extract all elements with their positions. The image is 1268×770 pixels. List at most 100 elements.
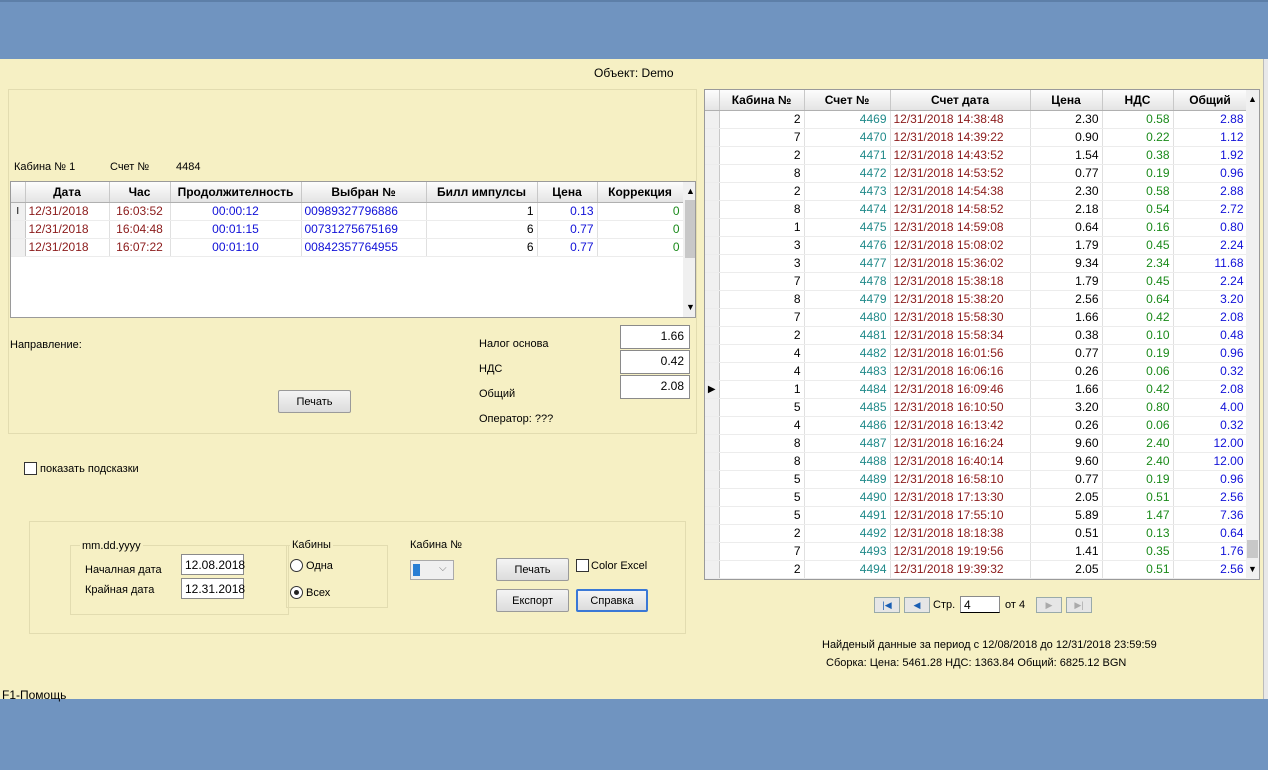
- bill-cell: 4491: [804, 506, 891, 525]
- help-button[interactable]: Справка: [576, 589, 648, 612]
- bill-row[interactable]: ▶ 1 4484 12/31/2018 16:09:46 1.66 0.42 2.08: [705, 380, 1248, 399]
- call-row[interactable]: 12/31/2018 16:07:22 00:01:10 00842357764955…: [11, 238, 684, 257]
- bills-scrollbar[interactable]: ▲ ▼: [1246, 90, 1259, 579]
- vat-field[interactable]: 0.42: [620, 350, 690, 374]
- bill-row[interactable]: 5 4485 12/31/2018 16:10:50 3.20 0.80 4.00: [705, 398, 1248, 417]
- bill-row[interactable]: 3 4476 12/31/2018 15:08:02 1.79 0.45 2.24: [705, 236, 1248, 255]
- bill-row[interactable]: 8 4474 12/31/2018 14:58:52 2.18 0.54 2.72: [705, 200, 1248, 219]
- bill-row[interactable]: 8 4488 12/31/2018 16:40:14 9.60 2.40 12.00: [705, 452, 1248, 471]
- filter-print-button[interactable]: Печать: [496, 558, 569, 581]
- end-date-field[interactable]: 12.31.2018: [181, 578, 245, 599]
- bill-row[interactable]: 2 4469 12/31/2018 14:38:48 2.30 0.58 2.88: [705, 110, 1248, 129]
- row-selector: [705, 182, 720, 201]
- page-field[interactable]: 4: [960, 596, 1000, 613]
- bill-cell: 0.64: [1102, 290, 1174, 309]
- bill-row[interactable]: 8 4472 12/31/2018 14:53:52 0.77 0.19 0.96: [705, 164, 1248, 183]
- bill-cell: 2: [719, 110, 805, 129]
- scroll-up-icon[interactable]: ▲: [1248, 94, 1257, 104]
- bill-cell: 0.77: [1030, 344, 1103, 363]
- cabin-no-label: Кабина №: [410, 539, 463, 551]
- call-cell: 00:00:12: [170, 202, 302, 221]
- last-page-icon[interactable]: ▶|: [1066, 597, 1092, 613]
- bill-row[interactable]: 4 4483 12/31/2018 16:06:16 0.26 0.06 0.32: [705, 362, 1248, 381]
- scroll-down-icon[interactable]: ▼: [686, 302, 695, 312]
- bill-row[interactable]: 4 4486 12/31/2018 16:13:42 0.26 0.06 0.32: [705, 416, 1248, 435]
- bill-row[interactable]: 7 4480 12/31/2018 15:58:30 1.66 0.42 2.08: [705, 308, 1248, 327]
- calls-grid[interactable]: Дата Час Продолжителность Выбран № Билл импу…: [10, 181, 696, 318]
- bill-row[interactable]: 2 4473 12/31/2018 14:54:38 2.30 0.58 2.88: [705, 182, 1248, 201]
- bill-cell: 7: [719, 272, 805, 291]
- bills-col-header: Общий: [1173, 90, 1248, 111]
- calls-scrollbar[interactable]: ▲ ▼: [683, 182, 695, 317]
- tax-base-field[interactable]: 1.66: [620, 325, 690, 349]
- bill-cell: 0.19: [1102, 344, 1174, 363]
- bill-row[interactable]: 7 4470 12/31/2018 14:39:22 0.90 0.22 1.12: [705, 128, 1248, 147]
- bill-row[interactable]: 2 4471 12/31/2018 14:43:52 1.54 0.38 1.92: [705, 146, 1248, 165]
- bill-row[interactable]: 3 4477 12/31/2018 15:36:02 9.34 2.34 11.68: [705, 254, 1248, 273]
- scroll-thumb[interactable]: [1247, 540, 1258, 558]
- bill-cell: 12/31/2018 19:19:56: [890, 542, 1031, 561]
- bill-cell: 1.47: [1102, 506, 1174, 525]
- date-format-label: mm.dd.yyyy: [80, 540, 143, 552]
- next-page-icon[interactable]: ▶: [1036, 597, 1062, 613]
- export-button[interactable]: Експорт: [496, 589, 569, 612]
- bill-cell: 12/31/2018 16:09:46: [890, 380, 1031, 399]
- bill-row[interactable]: 2 4481 12/31/2018 15:58:34 0.38 0.10 0.48: [705, 326, 1248, 345]
- bill-cell: 8: [719, 200, 805, 219]
- bill-cell: 0.54: [1102, 200, 1174, 219]
- bill-row[interactable]: 2 4492 12/31/2018 18:18:38 0.51 0.13 0.64: [705, 524, 1248, 543]
- bill-cell: 4475: [804, 218, 891, 237]
- bill-cell: 0.06: [1102, 362, 1174, 381]
- window-top-bar: [0, 0, 1268, 59]
- bill-row[interactable]: 5 4490 12/31/2018 17:13:30 2.05 0.51 2.56: [705, 488, 1248, 507]
- calls-col-header: Цена: [537, 182, 598, 203]
- bill-cell: 0.96: [1173, 344, 1248, 363]
- bill-cell: 2.72: [1173, 200, 1248, 219]
- row-selector: [705, 236, 720, 255]
- show-hints-checkbox[interactable]: [24, 462, 37, 475]
- form-scrollbar[interactable]: [1263, 59, 1268, 699]
- all-cabins-radio[interactable]: [290, 586, 303, 599]
- bill-cell: 2.18: [1030, 200, 1103, 219]
- scroll-thumb[interactable]: [685, 200, 695, 258]
- bill-cell: 7.36: [1173, 506, 1248, 525]
- cabin-select[interactable]: ⌵: [410, 560, 454, 580]
- bill-cell: 0.19: [1102, 164, 1174, 183]
- row-selector: [705, 110, 720, 129]
- call-cell: 6: [426, 220, 538, 239]
- bill-cell: 0.13: [1102, 524, 1174, 543]
- bills-grid[interactable]: Кабина № Счет № Счет дата Цена НДС Общий 2 446…: [704, 89, 1260, 580]
- bill-row[interactable]: 8 4479 12/31/2018 15:38:20 2.56 0.64 3.20: [705, 290, 1248, 309]
- operator-label: Оператор: ???: [479, 413, 554, 425]
- bill-cell: 0.42: [1102, 308, 1174, 327]
- bill-cell: 2.88: [1173, 182, 1248, 201]
- call-cell: 0.13: [537, 202, 598, 221]
- bill-row[interactable]: 7 4478 12/31/2018 15:38:18 1.79 0.45 2.24: [705, 272, 1248, 291]
- bill-row[interactable]: 7 4493 12/31/2018 19:19:56 1.41 0.35 1.76: [705, 542, 1248, 561]
- bill-row[interactable]: 2 4494 12/31/2018 19:39:32 2.05 0.51 2.56: [705, 560, 1248, 579]
- bill-cell: 4489: [804, 470, 891, 489]
- call-row[interactable]: I 12/31/2018 16:03:52 00:00:12 0098932779688…: [11, 202, 684, 221]
- total-field[interactable]: 2.08: [620, 375, 690, 399]
- scroll-up-icon[interactable]: ▲: [686, 186, 695, 196]
- bill-cell: 7: [719, 128, 805, 147]
- prev-page-icon[interactable]: ◀: [904, 597, 930, 613]
- first-page-icon[interactable]: |◀: [874, 597, 900, 613]
- one-cabin-radio[interactable]: [290, 559, 303, 572]
- bill-cell: 2.40: [1102, 452, 1174, 471]
- bill-cell: 1: [719, 380, 805, 399]
- bill-row[interactable]: 1 4475 12/31/2018 14:59:08 0.64 0.16 0.80: [705, 218, 1248, 237]
- call-row[interactable]: 12/31/2018 16:04:48 00:01:15 00731275675169…: [11, 220, 684, 239]
- start-date-field[interactable]: 12.08.2018: [181, 554, 245, 575]
- calls-col-header: Дата: [25, 182, 110, 203]
- bill-cell: 5: [719, 488, 805, 507]
- bill-row[interactable]: 5 4491 12/31/2018 17:55:10 5.89 1.47 7.36: [705, 506, 1248, 525]
- bill-row[interactable]: 8 4487 12/31/2018 16:16:24 9.60 2.40 12.00: [705, 434, 1248, 453]
- bill-cell: 4482: [804, 344, 891, 363]
- color-excel-checkbox[interactable]: [576, 559, 589, 572]
- bill-row[interactable]: 5 4489 12/31/2018 16:58:10 0.77 0.19 0.96: [705, 470, 1248, 489]
- bill-row[interactable]: 4 4482 12/31/2018 16:01:56 0.77 0.19 0.96: [705, 344, 1248, 363]
- row-selector: [705, 164, 720, 183]
- scroll-down-icon[interactable]: ▼: [1248, 564, 1257, 574]
- print-button[interactable]: Печать: [278, 390, 351, 413]
